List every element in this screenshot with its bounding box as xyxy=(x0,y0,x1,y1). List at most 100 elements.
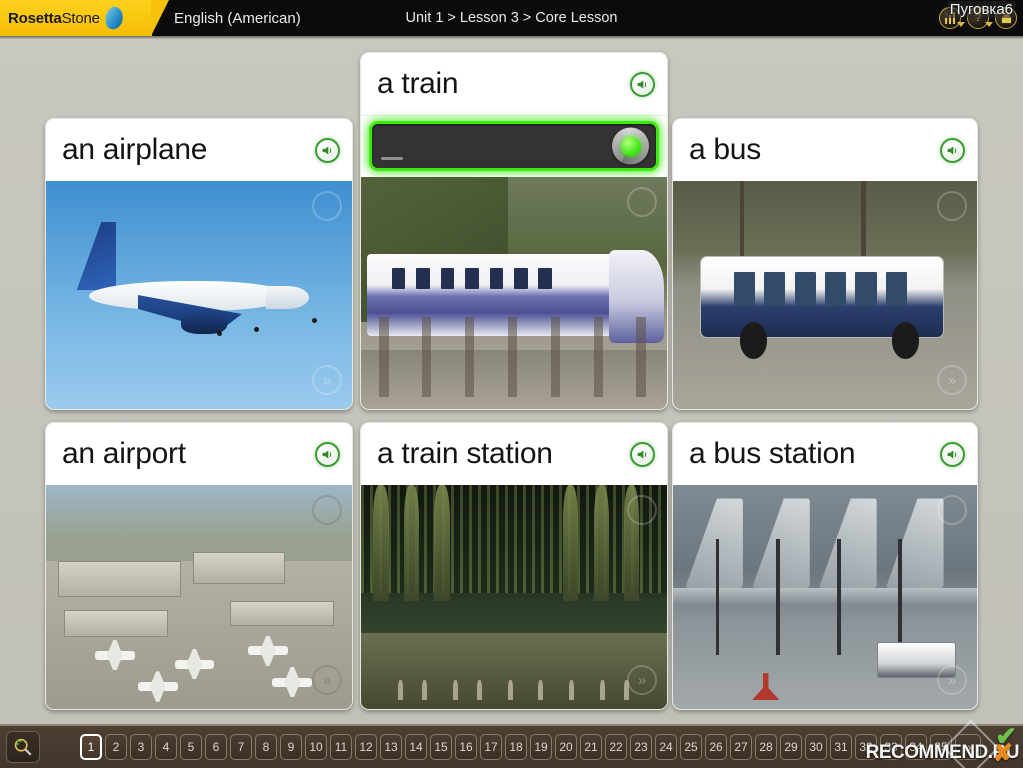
speaker-icon[interactable] xyxy=(940,441,965,467)
page-button-19[interactable]: 19 xyxy=(530,734,552,760)
page-button-17[interactable]: 17 xyxy=(480,734,502,760)
page-button-13[interactable]: 13 xyxy=(380,734,402,760)
card-a-train[interactable]: a train xyxy=(360,52,668,410)
card-an-airport[interactable]: an airport » xyxy=(45,422,353,710)
page-button-28[interactable]: 28 xyxy=(755,734,777,760)
brand-name: RosettaStone xyxy=(8,10,100,27)
parked-aircraft xyxy=(137,682,178,692)
page-button-30[interactable]: 30 xyxy=(805,734,827,760)
rail-tie xyxy=(507,317,518,397)
train-window xyxy=(391,268,406,290)
page-button-21[interactable]: 21 xyxy=(580,734,602,760)
train-window xyxy=(489,268,504,290)
card-header-a-bus: a bus xyxy=(673,119,977,181)
speaker-icon[interactable] xyxy=(315,441,340,467)
page-button-6[interactable]: 6 xyxy=(205,734,227,760)
station-arch xyxy=(562,485,579,602)
page-button-2[interactable]: 2 xyxy=(105,734,127,760)
ghost-overlay-icon-top xyxy=(312,191,342,221)
card-image-an-airplane: » xyxy=(46,181,352,409)
page-button-29[interactable]: 29 xyxy=(780,734,802,760)
scene-bus xyxy=(673,181,977,409)
rail-tie xyxy=(422,317,432,397)
passenger xyxy=(477,679,483,701)
page-button-35[interactable]: 35 xyxy=(930,734,952,760)
page-button-10[interactable]: 10 xyxy=(305,734,327,760)
speaker-icon[interactable] xyxy=(315,137,340,163)
page-button-33[interactable]: 33 xyxy=(880,734,902,760)
microphone-button[interactable] xyxy=(612,127,649,165)
page-button-3[interactable]: 3 xyxy=(130,734,152,760)
page-button-24[interactable]: 24 xyxy=(655,734,677,760)
rail-tie xyxy=(550,317,560,397)
card-word-a-bus-station: a bus station xyxy=(689,437,856,470)
bus-window xyxy=(764,272,786,307)
parked-aircraft xyxy=(272,677,313,687)
card-a-bus-station[interactable]: a bus station » xyxy=(672,422,978,710)
page-button-22[interactable]: 22 xyxy=(605,734,627,760)
card-an-airplane[interactable]: an airplane » xyxy=(45,118,353,410)
parked-aircraft xyxy=(94,650,135,660)
speaker-icon[interactable] xyxy=(940,137,965,163)
username-label[interactable]: Пуговка6 xyxy=(947,1,1015,18)
card-header-an-airplane: an airplane xyxy=(46,119,352,181)
page-button-16[interactable]: 16 xyxy=(455,734,477,760)
speech-level-indicator xyxy=(381,157,403,160)
page-button-18[interactable]: 18 xyxy=(505,734,527,760)
top-right-controls: ? Пуговка6 xyxy=(939,0,1017,36)
page-button-7[interactable]: 7 xyxy=(230,734,252,760)
card-word-a-train-station: a train station xyxy=(377,437,553,470)
page-pagination: 1 2 3 4 5 6 7 8 9 10 11 12 13 14 15 16 17 18 19 20 21 22 23 24 2… xyxy=(80,734,981,760)
next-overlay-icon[interactable]: » xyxy=(627,665,657,695)
next-page-button[interactable]: » xyxy=(955,734,981,760)
page-button-15[interactable]: 15 xyxy=(430,734,452,760)
page-button-12[interactable]: 12 xyxy=(355,734,377,760)
airplane-gear-1 xyxy=(217,331,223,337)
page-button-26[interactable]: 26 xyxy=(705,734,727,760)
page-button-5[interactable]: 5 xyxy=(180,734,202,760)
red-structure xyxy=(752,673,780,701)
magnifier-glyph xyxy=(14,738,32,756)
card-header-a-train: a train xyxy=(361,53,667,115)
page-button-34[interactable]: 34 xyxy=(905,734,927,760)
next-overlay-icon[interactable]: » xyxy=(937,665,967,695)
page-button-27[interactable]: 27 xyxy=(730,734,752,760)
page-button-20[interactable]: 20 xyxy=(555,734,577,760)
passenger xyxy=(452,679,458,701)
next-overlay-icon[interactable]: » xyxy=(312,665,342,695)
page-button-23[interactable]: 23 xyxy=(630,734,652,760)
depot-canopy xyxy=(818,498,877,589)
page-button-9[interactable]: 9 xyxy=(280,734,302,760)
speaker-icon[interactable] xyxy=(630,441,655,467)
airplane-nose xyxy=(266,285,310,309)
terminal-building xyxy=(64,610,169,638)
train-window xyxy=(538,268,553,290)
page-button-25[interactable]: 25 xyxy=(680,734,702,760)
ghost-overlay-icon-top xyxy=(937,495,967,525)
page-button-1[interactable]: 1 xyxy=(80,734,102,760)
page-button-11[interactable]: 11 xyxy=(330,734,352,760)
card-a-train-station[interactable]: a train station » xyxy=(360,422,668,710)
passenger xyxy=(397,679,403,701)
passenger xyxy=(538,679,544,701)
page-button-32[interactable]: 32 xyxy=(855,734,877,760)
card-word-a-bus: a bus xyxy=(689,133,761,166)
magnifier-icon[interactable] xyxy=(6,731,40,763)
depot-canopy xyxy=(752,498,810,589)
next-overlay-icon[interactable]: » xyxy=(312,365,342,395)
speech-recognition-input[interactable] xyxy=(369,121,659,171)
brand-logo-area[interactable]: RosettaStone xyxy=(0,0,169,36)
lamp-post xyxy=(776,538,780,656)
page-button-14[interactable]: 14 xyxy=(405,734,427,760)
speaker-icon[interactable] xyxy=(630,71,655,97)
next-overlay-icon[interactable]: » xyxy=(937,365,967,395)
card-a-bus[interactable]: a bus » xyxy=(672,118,978,410)
card-image-a-train-station: » xyxy=(361,485,667,709)
page-button-4[interactable]: 4 xyxy=(155,734,177,760)
speech-input-wrap xyxy=(361,115,667,177)
page-button-31[interactable]: 31 xyxy=(830,734,852,760)
card-image-a-bus: » xyxy=(673,181,977,409)
terminal-building xyxy=(229,601,334,627)
page-button-8[interactable]: 8 xyxy=(255,734,277,760)
parked-aircraft xyxy=(174,659,215,669)
